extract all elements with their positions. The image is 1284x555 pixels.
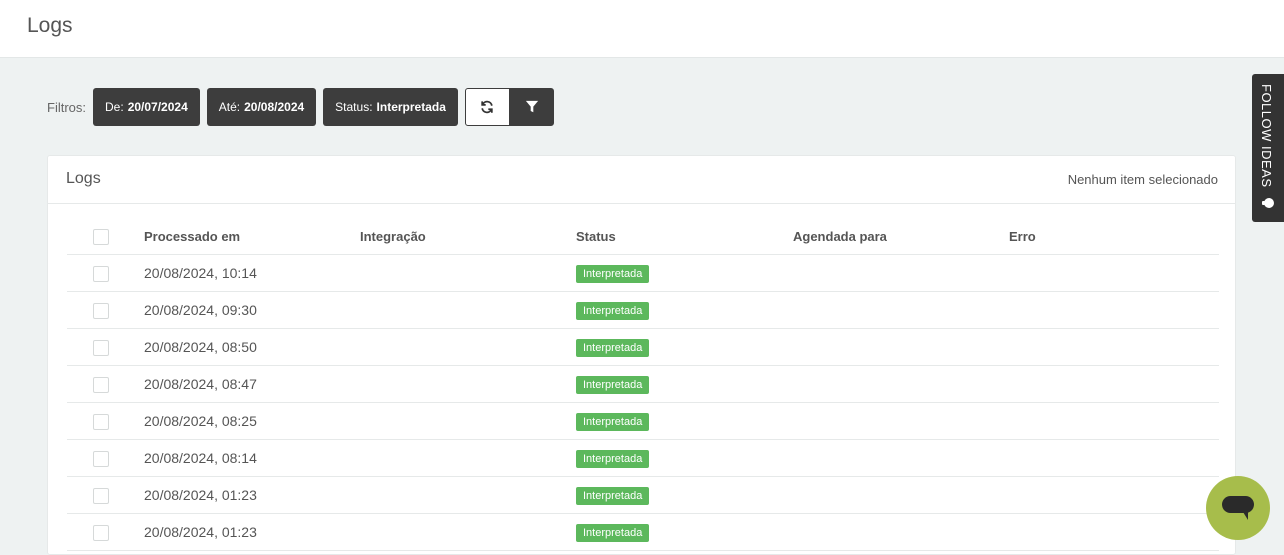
selection-status: Nenhum item selecionado — [1067, 172, 1218, 187]
status-badge: Interpretada — [576, 413, 650, 431]
refresh-icon — [481, 100, 494, 114]
follow-ideas-label: FOLLOW IDEAS — [1259, 84, 1274, 188]
filter-chip-value: Interpretada — [376, 100, 446, 114]
table-row[interactable]: 20/08/2024, 08:14 Interpretada — [67, 440, 1219, 477]
top-bar: Logs — [0, 0, 1284, 58]
processed-cell: 20/08/2024, 08:25 — [144, 413, 257, 429]
processed-cell: 20/08/2024, 08:14 — [144, 450, 257, 466]
status-badge: Interpretada — [576, 487, 650, 505]
processed-cell: 20/08/2024, 09:30 — [144, 302, 257, 318]
row-checkbox[interactable] — [93, 451, 109, 467]
row-checkbox[interactable] — [93, 488, 109, 504]
status-badge: Interpretada — [576, 265, 650, 283]
logs-panel: Logs Nenhum item selecionado Processado … — [47, 155, 1236, 555]
chat-button[interactable] — [1206, 476, 1270, 540]
row-checkbox[interactable] — [93, 525, 109, 541]
filter-chip-value: 20/08/2024 — [244, 100, 305, 114]
select-all-checkbox[interactable] — [93, 229, 109, 245]
filter-chip-from[interactable]: De: 20/07/2024 — [93, 88, 200, 126]
status-badge: Interpretada — [576, 450, 650, 468]
status-badge: Interpretada — [576, 524, 650, 542]
filter-button[interactable] — [509, 88, 554, 126]
row-checkbox[interactable] — [93, 414, 109, 430]
follow-ideas-tab[interactable]: FOLLOW IDEAS — [1252, 74, 1284, 222]
processed-cell: 20/08/2024, 01:23 — [144, 487, 257, 503]
table-row[interactable]: 20/08/2024, 01:23 Interpretada — [67, 514, 1219, 551]
table-row[interactable]: 20/08/2024, 10:14 Interpretada — [67, 255, 1219, 292]
table-row[interactable]: 20/08/2024, 09:30 Interpretada — [67, 292, 1219, 329]
table-row[interactable]: 20/08/2024, 01:23 Interpretada — [67, 477, 1219, 514]
status-badge: Interpretada — [576, 339, 650, 357]
filter-chip-value: 20/07/2024 — [127, 100, 188, 114]
table-row[interactable]: 20/08/2024, 08:50 Interpretada — [67, 329, 1219, 366]
column-header-processed[interactable]: Processado em — [144, 229, 240, 244]
column-header-scheduled[interactable]: Agendada para — [793, 229, 887, 244]
filter-chip-key: De: — [105, 100, 124, 114]
chat-bubble-icon — [1222, 496, 1254, 520]
page-title: Logs — [27, 14, 73, 37]
panel-title: Logs — [66, 170, 101, 187]
row-checkbox[interactable] — [93, 340, 109, 356]
row-checkbox[interactable] — [93, 303, 109, 319]
row-checkbox[interactable] — [93, 377, 109, 393]
action-button-group — [464, 88, 554, 126]
column-header-error[interactable]: Erro — [1009, 229, 1036, 244]
column-header-status[interactable]: Status — [576, 229, 616, 244]
table-header-row: Processado em Integração Status Agendada… — [67, 219, 1219, 255]
column-header-integration[interactable]: Integração — [360, 229, 426, 244]
filter-chip-to[interactable]: Até: 20/08/2024 — [206, 88, 317, 126]
lightbulb-icon — [1262, 198, 1274, 208]
processed-cell: 20/08/2024, 08:47 — [144, 376, 257, 392]
filter-chip-key: Até: — [218, 100, 241, 114]
refresh-button[interactable] — [464, 88, 510, 126]
panel-header: Logs Nenhum item selecionado — [48, 156, 1235, 204]
filter-icon — [525, 100, 539, 113]
processed-cell: 20/08/2024, 08:50 — [144, 339, 257, 355]
filter-chip-status[interactable]: Status: Interpretada — [323, 88, 458, 126]
table-row[interactable]: 20/08/2024, 08:25 Interpretada — [67, 403, 1219, 440]
filters-label: Filtros: — [47, 99, 86, 115]
status-badge: Interpretada — [576, 376, 650, 394]
logs-table: Processado em Integração Status Agendada… — [67, 219, 1219, 551]
processed-cell: 20/08/2024, 01:23 — [144, 524, 257, 540]
status-badge: Interpretada — [576, 302, 650, 320]
row-checkbox[interactable] — [93, 266, 109, 282]
filters-bar: Filtros: De: 20/07/2024 Até: 20/08/2024 … — [47, 88, 554, 126]
table-row[interactable]: 20/08/2024, 08:47 Interpretada — [67, 366, 1219, 403]
filter-chip-key: Status: — [335, 100, 373, 114]
processed-cell: 20/08/2024, 10:14 — [144, 265, 257, 281]
